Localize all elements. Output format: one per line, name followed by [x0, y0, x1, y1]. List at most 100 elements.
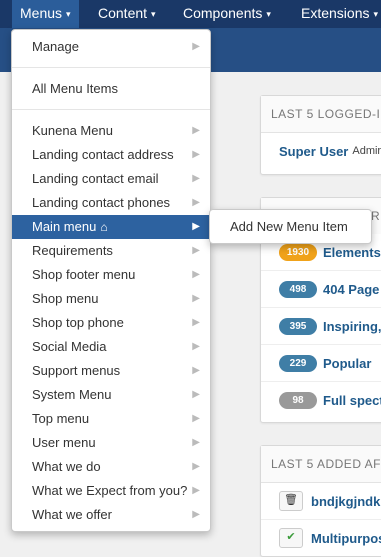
hits-badge: 498	[279, 280, 317, 298]
main-menu-submenu: Add New Menu Item	[209, 209, 372, 244]
menu-item-kunena[interactable]: Kunena Menu ▶	[12, 119, 210, 143]
module-added: LAST 5 ADDED AF 🗑 bndjkgjndk ✔ Multipurp…	[260, 445, 381, 557]
chevron-right-icon: ▶	[192, 389, 200, 400]
caret-down-icon: ▾	[373, 9, 379, 19]
menu-item-main-menu[interactable]: Main menu ⌂ ▶	[12, 215, 210, 239]
article-link[interactable]: Full spectru	[323, 393, 381, 408]
menu-item-shop-top-phone[interactable]: Shop top phone ▶	[12, 311, 210, 335]
list-item: 🗑 bndjkgjndk	[261, 483, 381, 520]
nav-menus-label: Menus	[20, 5, 63, 21]
chevron-right-icon: ▶	[192, 149, 200, 160]
menu-item-shop-footer[interactable]: Shop footer menu ▶	[12, 263, 210, 287]
chevron-right-icon: ▶	[192, 125, 200, 136]
menu-item-shop-menu[interactable]: Shop menu ▶	[12, 287, 210, 311]
menu-item-what-we-do[interactable]: What we do ▶	[12, 455, 210, 479]
nav-extensions-label: Extensions	[301, 5, 370, 21]
chevron-right-icon: ▶	[192, 293, 200, 304]
chevron-right-icon: ▶	[192, 341, 200, 352]
list-item: 98 Full spectru	[261, 382, 381, 418]
chevron-right-icon: ▶	[192, 197, 200, 208]
article-link[interactable]: 404 Page	[323, 282, 379, 297]
menu-item-label: Requirements	[32, 243, 113, 258]
module-title: LAST 5 LOGGED-I	[261, 96, 381, 133]
list-item: ✔ Multipurpos	[261, 520, 381, 556]
nav-content-label: Content	[98, 5, 148, 21]
caret-down-icon: ▾	[266, 9, 271, 19]
list-item: 498 404 Page	[261, 271, 381, 308]
chevron-right-icon: ▶	[192, 173, 200, 184]
menu-item-label: All Menu Items	[32, 81, 118, 96]
article-link[interactable]: Popular	[323, 356, 371, 371]
menu-item-add-new[interactable]: Add New Menu Item	[210, 216, 371, 238]
chevron-right-icon: ▶	[192, 437, 200, 448]
menus-dropdown: Manage ▶ All Menu Items Kunena Menu ▶ La…	[11, 29, 211, 532]
home-icon: ⌂	[100, 220, 108, 234]
divider	[12, 109, 210, 110]
nav-components-label: Components	[183, 5, 263, 21]
divider	[12, 67, 210, 68]
menu-item-label: Landing contact phones	[32, 195, 171, 210]
menu-item-landing-email[interactable]: Landing contact email ▶	[12, 167, 210, 191]
menu-item-label: Main menu	[32, 219, 97, 234]
menu-item-label: Landing contact address	[32, 147, 174, 162]
caret-down-icon: ▾	[66, 9, 71, 19]
top-navbar: Menus ▾ Content ▾ Components ▾ Extensions ▾	[0, 0, 381, 28]
list-item: Super User Admir	[261, 133, 381, 169]
menu-item-label: Shop footer menu	[32, 267, 136, 282]
chevron-right-icon: ▶	[192, 269, 200, 280]
menu-item-support-menus[interactable]: Support menus ▶	[12, 359, 210, 383]
chevron-right-icon: ▶	[192, 509, 200, 520]
chevron-right-icon: ▶	[192, 485, 200, 496]
menu-item-landing-address[interactable]: Landing contact address ▶	[12, 143, 210, 167]
hits-badge: 229	[279, 354, 317, 372]
menu-item-label: Shop menu	[32, 291, 99, 306]
caret-down-icon: ▾	[151, 9, 156, 19]
nav-menus[interactable]: Menus ▾	[12, 0, 79, 28]
menu-item-label: Landing contact email	[32, 171, 159, 186]
chevron-right-icon: ▶	[192, 461, 200, 472]
menu-item-user-menu[interactable]: User menu ▶	[12, 431, 210, 455]
check-icon[interactable]: ✔	[279, 528, 303, 548]
hits-badge: 1930	[279, 243, 317, 261]
menu-item-label: System Menu	[32, 387, 112, 402]
menu-item-label: Support menus	[32, 363, 121, 378]
nav-components[interactable]: Components ▾	[183, 0, 271, 28]
chevron-right-icon: ▶	[192, 41, 200, 52]
chevron-right-icon: ▶	[192, 317, 200, 328]
chevron-right-icon: ▶	[192, 365, 200, 376]
nav-extensions[interactable]: Extensions ▾	[301, 0, 378, 28]
list-item: 229 Popular	[261, 345, 381, 382]
hits-badge: 395	[279, 317, 317, 335]
menu-item-label: Manage	[32, 39, 79, 54]
menu-item-label: Social Media	[32, 339, 107, 354]
article-link[interactable]: Multipurpos	[311, 531, 381, 546]
chevron-right-icon: ▶	[192, 245, 200, 256]
article-link[interactable]: Inspiring,	[323, 319, 381, 334]
menu-item-all-items[interactable]: All Menu Items	[12, 77, 210, 101]
menu-item-label: What we do	[32, 459, 101, 474]
menu-item-label: User menu	[32, 435, 96, 450]
menu-item-label: Kunena Menu	[32, 123, 113, 138]
menu-item-manage[interactable]: Manage ▶	[12, 35, 210, 59]
module-logged-in: LAST 5 LOGGED-I Super User Admir	[260, 95, 381, 175]
menu-item-system-menu[interactable]: System Menu ▶	[12, 383, 210, 407]
menu-item-social-media[interactable]: Social Media ▶	[12, 335, 210, 359]
chevron-right-icon: ▶	[192, 221, 200, 232]
menu-item-what-we-offer[interactable]: What we offer ▶	[12, 503, 210, 527]
menu-item-landing-phones[interactable]: Landing contact phones ▶	[12, 191, 210, 215]
menu-item-top-menu[interactable]: Top menu ▶	[12, 407, 210, 431]
list-item: 395 Inspiring,	[261, 308, 381, 345]
trash-icon[interactable]: 🗑	[279, 491, 303, 511]
user-role: Admir	[352, 145, 381, 157]
menu-item-label: Top menu	[32, 411, 90, 426]
module-title: LAST 5 ADDED AF	[261, 446, 381, 483]
menu-item-label: What we offer	[32, 507, 112, 522]
article-link[interactable]: bndjkgjndk	[311, 494, 380, 509]
article-link[interactable]: Elements	[323, 245, 381, 260]
menu-item-what-we-expect[interactable]: What we Expect from you? ▶	[12, 479, 210, 503]
user-link[interactable]: Super User	[279, 144, 348, 159]
menu-item-requirements[interactable]: Requirements ▶	[12, 239, 210, 263]
nav-content[interactable]: Content ▾	[98, 0, 156, 28]
hits-badge: 98	[279, 391, 317, 409]
chevron-right-icon: ▶	[192, 413, 200, 424]
